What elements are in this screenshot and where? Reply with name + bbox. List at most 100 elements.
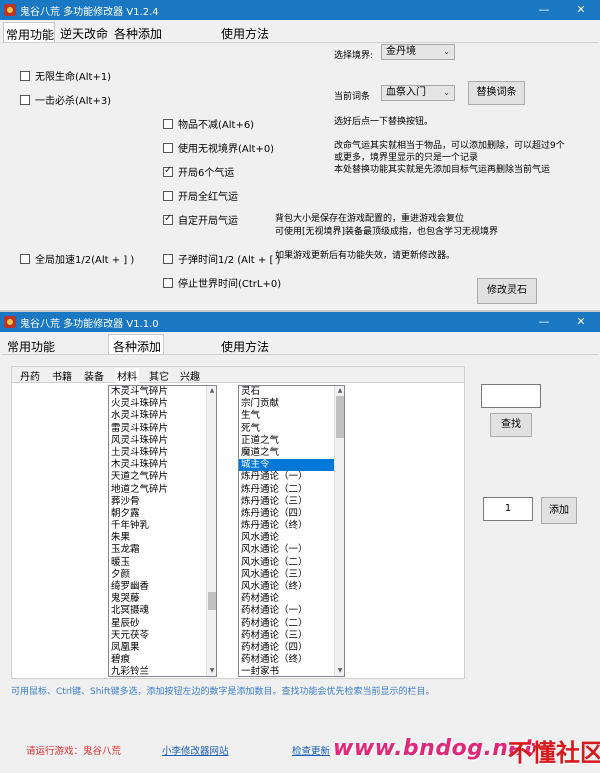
list-item[interactable]: 鬼哭藤 <box>109 593 216 605</box>
subtab-books[interactable]: 书籍 <box>52 368 72 383</box>
list-item[interactable]: 死气 <box>239 423 344 435</box>
title-bar[interactable]: 鬼谷八荒 多功能修改器 V1.1.0 — ✕ <box>0 312 600 332</box>
checkbox-box[interactable] <box>163 277 173 288</box>
list-item[interactable]: 绮罗幽香 <box>109 581 216 593</box>
checkbox-bullet-time[interactable]: 子弹时间1/2 (Alt + [ ) <box>163 251 280 266</box>
list-item[interactable]: 炼丹通论（二） <box>239 484 344 496</box>
list-item[interactable]: 北冥摄魂 <box>109 605 216 617</box>
subtab-interests[interactable]: 兴趣 <box>180 368 200 383</box>
list-item[interactable]: 水灵斗珠碎片 <box>109 410 216 422</box>
minimize-icon[interactable]: — <box>525 0 563 20</box>
subtab-other[interactable]: 其它 <box>149 368 169 383</box>
replace-entry-button[interactable]: 替换词条 <box>468 81 525 105</box>
list-item[interactable]: 炼丹通论（四） <box>239 508 344 520</box>
list-item[interactable]: 风水通论 <box>239 532 344 544</box>
list-item[interactable]: 千年钟乳 <box>109 520 216 532</box>
list-item[interactable]: 木灵斗气碎片 <box>109 386 216 398</box>
modify-spirit-stone-button[interactable]: 修改灵石 <box>477 278 537 304</box>
checkbox-stop-world-time[interactable]: 停止世界时间(CtrL+0) <box>163 275 281 290</box>
checkbox-custom-fortunes[interactable]: 自定开局气运 <box>163 212 238 227</box>
checkbox-items-no-decrease[interactable]: 物品不减(Alt+6) <box>163 116 254 131</box>
scroll-thumb[interactable] <box>208 592 216 610</box>
list-item[interactable]: 木灵斗珠碎片 <box>109 459 216 471</box>
list-item[interactable]: 正道之气 <box>239 435 344 447</box>
tab-usage[interactable]: 使用方法 <box>221 338 269 355</box>
checkbox-box[interactable] <box>163 118 173 129</box>
list-item[interactable]: 药材通论（三） <box>239 630 344 642</box>
list-item[interactable]: 火灵斗珠碎片 <box>109 398 216 410</box>
list-item[interactable]: 宗门贡献 <box>239 398 344 410</box>
close-icon[interactable]: ✕ <box>562 312 600 332</box>
list-item[interactable]: 朝夕露 <box>109 508 216 520</box>
realm-select[interactable]: 金丹境 ⌄ <box>381 44 455 60</box>
list-item[interactable]: 炼丹通论（三） <box>239 496 344 508</box>
subtab-materials[interactable]: 材料 <box>115 368 139 383</box>
checkbox-box[interactable] <box>20 253 30 264</box>
scroll-up-icon[interactable]: ▲ <box>207 386 216 396</box>
list-item[interactable]: 夕颜 <box>109 569 216 581</box>
scroll-down-icon[interactable]: ▼ <box>207 666 216 676</box>
list-item[interactable]: 生气 <box>239 410 344 422</box>
list-item[interactable]: 炼丹通论（终） <box>239 520 344 532</box>
list-item[interactable]: 药材通论（二） <box>239 618 344 630</box>
checkbox-box[interactable] <box>20 94 30 105</box>
checkbox-all-red-fortunes[interactable]: 开局全红气运 <box>163 188 238 203</box>
checkbox-ignore-realm[interactable]: 使用无视境界(Alt+0) <box>163 140 274 155</box>
checkbox-global-speed[interactable]: 全局加速1/2(Alt + ] ) <box>20 251 134 266</box>
list-item[interactable]: 一封家书 <box>239 666 344 676</box>
list-item[interactable]: 天元茯苓 <box>109 630 216 642</box>
list-item[interactable]: 朱果 <box>109 532 216 544</box>
list-item[interactable]: 魔道之气 <box>239 447 344 459</box>
checkbox-box[interactable] <box>163 253 173 264</box>
checkbox-one-hit-kill[interactable]: 一击必杀(Alt+3) <box>20 92 111 107</box>
list-item[interactable]: 风灵斗珠碎片 <box>109 435 216 447</box>
list-item[interactable]: 星辰砂 <box>109 618 216 630</box>
list-item[interactable]: 葬沙骨 <box>109 496 216 508</box>
scrollbar[interactable]: ▲ ▼ <box>334 386 344 676</box>
close-icon[interactable]: ✕ <box>562 0 600 20</box>
checkbox-six-fortunes[interactable]: 开局6个气运 <box>163 164 234 179</box>
checkbox-box[interactable] <box>20 70 30 81</box>
list-item[interactable]: 地道之气碎片 <box>109 484 216 496</box>
checkbox-box[interactable] <box>163 190 173 201</box>
list-item[interactable]: 雷灵斗珠碎片 <box>109 423 216 435</box>
list-item[interactable]: 灵石 <box>239 386 344 398</box>
entry-select[interactable]: 血祭入门 ⌄ <box>381 85 455 101</box>
list-item[interactable]: 玉龙霜 <box>109 544 216 556</box>
items-listbox[interactable]: 灵石 宗门贡献 生气 死气 正道之气 魔道之气 城主令 炼丹通论（一） 炼丹通论（二） 炼丹通论（… <box>238 385 345 677</box>
list-item[interactable]: 风水通论（一） <box>239 544 344 556</box>
search-input[interactable] <box>481 384 541 408</box>
list-item[interactable]: 凤凰果 <box>109 642 216 654</box>
list-item[interactable]: 炼丹通论（一） <box>239 471 344 483</box>
list-item[interactable]: 风水通论（三） <box>239 569 344 581</box>
scrollbar[interactable]: ▲ ▼ <box>206 386 216 676</box>
list-item[interactable]: 药材通论（终） <box>239 654 344 666</box>
subtab-equipment[interactable]: 装备 <box>84 368 104 383</box>
tab-change-fate[interactable]: 逆天改命 <box>60 25 108 42</box>
title-bar[interactable]: 鬼谷八荒 多功能修改器 V1.2.4 — ✕ <box>0 0 600 20</box>
list-item[interactable]: 天道之气碎片 <box>109 471 216 483</box>
list-item[interactable]: 药材通论 <box>239 593 344 605</box>
tab-various-add[interactable]: 各种添加 <box>108 334 164 354</box>
scroll-down-icon[interactable]: ▼ <box>335 666 344 676</box>
tab-various-add[interactable]: 各种添加 <box>114 25 162 42</box>
list-item[interactable]: 风水通论（二） <box>239 557 344 569</box>
tab-common-functions[interactable]: 常用功能 <box>3 22 55 42</box>
quantity-input[interactable]: 1 <box>483 497 533 521</box>
tab-usage[interactable]: 使用方法 <box>221 25 269 42</box>
list-item[interactable]: 风水通论（终） <box>239 581 344 593</box>
search-button[interactable]: 查找 <box>490 413 532 437</box>
list-item[interactable]: 九彩铃兰 <box>109 666 216 676</box>
tab-common-functions[interactable]: 常用功能 <box>7 338 55 355</box>
check-update-link[interactable]: 检查更新 <box>292 743 330 757</box>
site-link[interactable]: 小李修改器网站 <box>162 743 229 757</box>
list-item[interactable]: 城主令 <box>239 459 344 472</box>
list-item[interactable]: 药材通论（四） <box>239 642 344 654</box>
scroll-up-icon[interactable]: ▲ <box>335 386 344 396</box>
list-item[interactable]: 碧痕 <box>109 654 216 666</box>
subtab-pills[interactable]: 丹药 <box>20 368 40 383</box>
list-item[interactable]: 土灵斗珠碎片 <box>109 447 216 459</box>
checkbox-infinite-life[interactable]: 无限生命(Alt+1) <box>20 68 111 83</box>
checkbox-box[interactable] <box>163 142 173 153</box>
list-item[interactable]: 暖玉 <box>109 557 216 569</box>
